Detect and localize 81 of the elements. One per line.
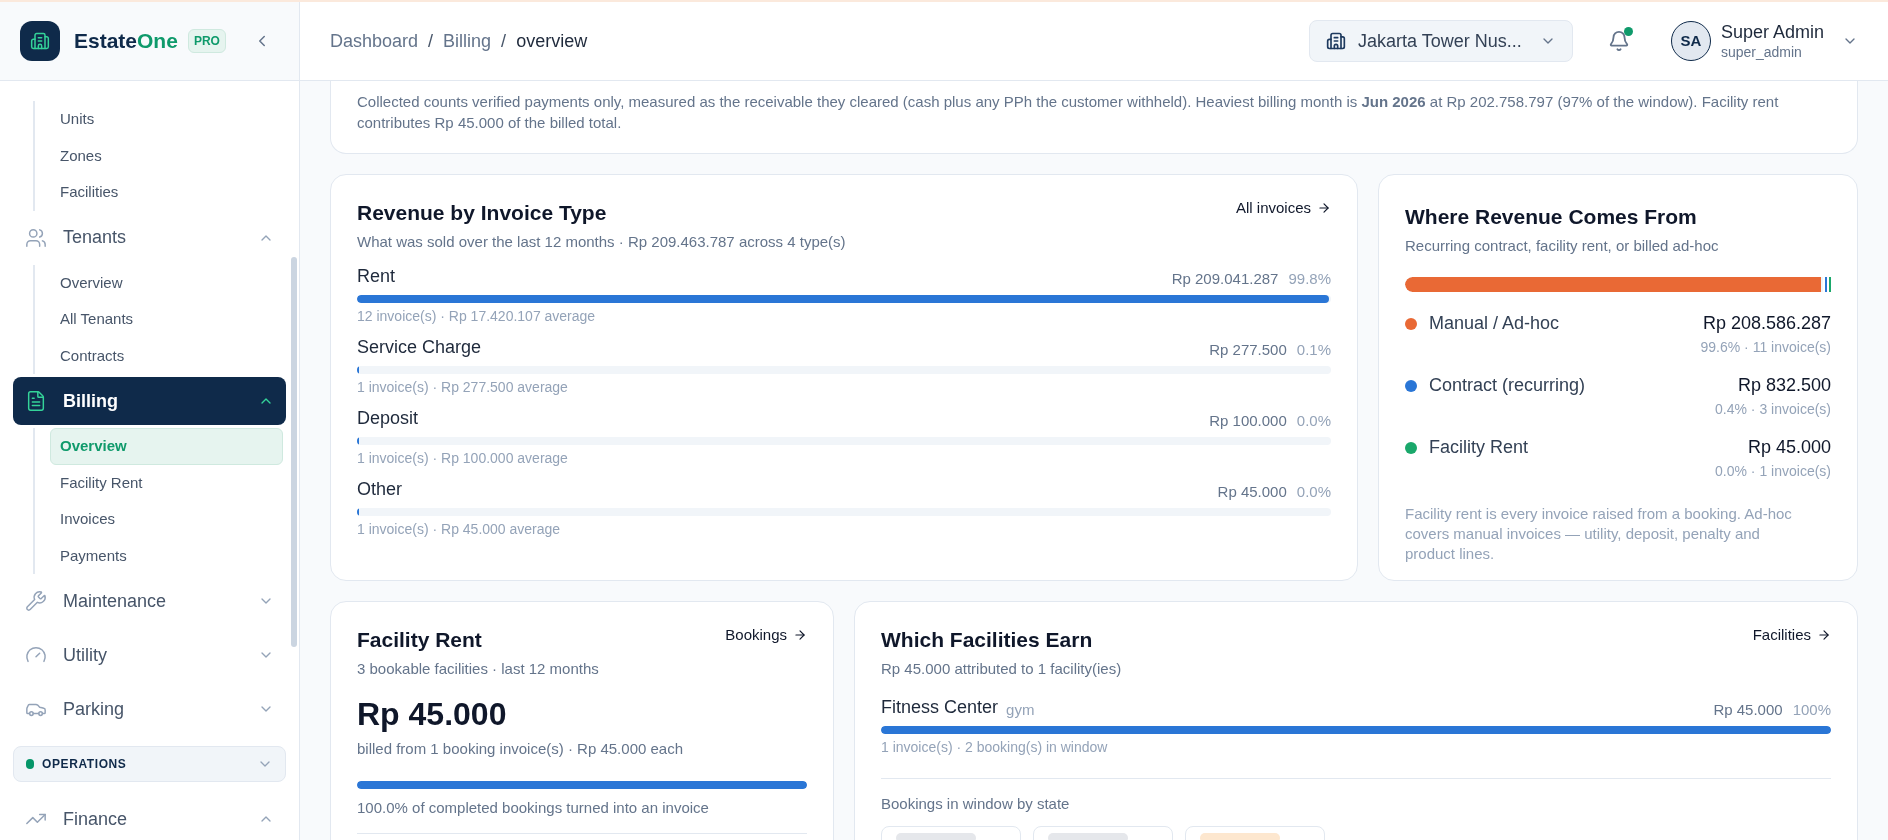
sidebar-subitem[interactable]: Facilities	[50, 174, 283, 211]
row-share: 99.8%	[1288, 268, 1331, 289]
wrench-icon	[25, 590, 47, 612]
breadcrumb-link[interactable]: overview	[516, 27, 588, 55]
section-header[interactable]: OPERATIONS	[13, 746, 286, 782]
row-note: 1 invoice(s) · Rp 100.000 average	[357, 449, 569, 468]
sidebar-group[interactable]: Tenants	[13, 213, 286, 262]
card-link[interactable]: Facilities	[1752, 624, 1831, 647]
footnote-text: Facility rent is every invoice raised from a booking. Ad-hoc covers manual invoices — utility, deposit, penalty and product lines.	[1405, 504, 1793, 564]
row-label: Other	[357, 478, 404, 501]
card-title: Where Revenue Comes From	[1405, 204, 1698, 230]
sidebar-subitem[interactable]: Units	[50, 101, 283, 138]
sidebar-group[interactable]: Finance	[13, 795, 286, 840]
breadcrumb-separator: /	[501, 29, 507, 53]
row-note: 1 invoice(s) · 2 booking(s) in window	[881, 738, 1109, 757]
row-amount: Rp 209.041.287	[1171, 268, 1279, 289]
property-selector[interactable]: Jakarta Tower Nus...	[1308, 20, 1573, 62]
user-name: Super Admin	[1720, 21, 1824, 44]
sidebar-group[interactable]: Maintenance	[13, 577, 286, 625]
sidebar-group[interactable]: Billing	[13, 377, 286, 425]
row-label: Service Charge	[357, 336, 483, 359]
plan-tag: PRO	[187, 29, 226, 53]
sidebar-subitem[interactable]: Payments	[50, 537, 283, 574]
sidebar-subitem[interactable]: All Tenants	[50, 301, 283, 338]
row-note: 1 invoice(s) · Rp 45.000 average	[357, 520, 562, 539]
sidebar-subitem[interactable]: Overview	[50, 264, 283, 301]
row-share: 0.0%	[1296, 410, 1331, 431]
facility-name: Fitness Center	[881, 696, 999, 719]
breadcrumb-separator: /	[428, 29, 434, 53]
row-amount: Rp 45.000	[1217, 481, 1287, 502]
legend-label: Facility Rent	[1429, 436, 1529, 459]
sidebar-subitem[interactable]: Contracts	[50, 337, 283, 374]
summary-text: Collected counts verified payments only, measured as the receivable they cleared (cash plus any PPh the customer withheld). Heaviest billing month is Jun 2026 at Rp 202.758.797 (97% of the window). Facility rent contributes Rp 45.000 of the billed total.	[357, 92, 1780, 133]
user-menu[interactable]: SA Super Admin super_admin	[1670, 21, 1858, 61]
legend-amount: Rp 832.500	[1737, 374, 1831, 397]
row-share: 100%	[1792, 699, 1831, 720]
card-subtitle: What was sold over the last 12 months · Rp 209.463.787 across 4 type(s)	[357, 231, 847, 252]
row-amount: Rp 45.000	[1713, 699, 1783, 720]
card-title: Which Facilities Earn	[881, 627, 1093, 653]
card-link[interactable]: All invoices	[1235, 197, 1331, 220]
row-label: Rent	[357, 265, 397, 288]
row-share: 0.0%	[1296, 481, 1331, 502]
row-amount: Rp 277.500	[1209, 339, 1287, 360]
sidebar-group[interactable]: Parking	[13, 685, 286, 733]
total-note: billed from 1 booking invoice(s) · Rp 45.000 each	[357, 739, 684, 759]
user-avatar: SA	[1670, 21, 1711, 61]
people-icon	[25, 226, 47, 249]
legend-amount: Rp 45.000	[1747, 436, 1831, 459]
row-label: Deposit	[357, 407, 420, 430]
logo-icon	[20, 21, 60, 61]
row-note: 1 invoice(s) · Rp 277.500 average	[357, 378, 569, 397]
sidebar-subitem[interactable]: Invoices	[50, 501, 283, 538]
row-amount: Rp 100.000	[1209, 410, 1287, 431]
card-title: Revenue by Invoice Type	[357, 200, 607, 226]
section-title: Bookings in window by state	[881, 794, 1071, 814]
building-icon	[1325, 31, 1346, 51]
card-link[interactable]: Bookings	[725, 624, 807, 647]
facility-tag: gym	[1006, 698, 1714, 721]
card-subtitle: Rp 45.000 attributed to 1 facility(ies)	[881, 658, 1123, 679]
document-icon	[25, 390, 47, 412]
sidebar-subitem[interactable]: Facility Rent	[50, 464, 283, 501]
brand-name: EstateOne	[74, 28, 178, 55]
row-note: 12 invoice(s) · Rp 17.420.107 average	[357, 307, 597, 326]
legend-label: Contract (recurring)	[1429, 374, 1586, 397]
card-subtitle: Recurring contract, facility rent, or billed ad-hoc	[1405, 235, 1720, 256]
total-amount: Rp 45.000	[357, 695, 508, 734]
section-label: OPERATIONS	[42, 756, 128, 773]
legend-detail: 0.4% · 3 invoice(s)	[1715, 400, 1831, 419]
conversion-note: 100.0% of completed bookings turned into an invoice	[357, 796, 807, 834]
breadcrumb-link[interactable]: Dashboard	[330, 27, 419, 55]
breadcrumb-link[interactable]: Billing	[443, 27, 492, 55]
legend-label: Manual / Ad-hoc	[1429, 312, 1560, 335]
legend-amount: Rp 208.586.287	[1702, 312, 1831, 335]
user-role: super_admin	[1720, 43, 1803, 61]
card-subtitle: 3 bookable facilities · last 12 months	[357, 658, 600, 679]
row-share: 0.1%	[1296, 339, 1331, 360]
legend-detail: 0.0% · 1 invoice(s)	[1715, 462, 1831, 481]
legend-detail: 99.6% · 11 invoice(s)	[1700, 338, 1831, 357]
sidebar-subitem[interactable]: Zones	[50, 137, 283, 174]
sidebar-group[interactable]: Utility	[13, 631, 286, 679]
card-title: Facility Rent	[357, 627, 482, 653]
